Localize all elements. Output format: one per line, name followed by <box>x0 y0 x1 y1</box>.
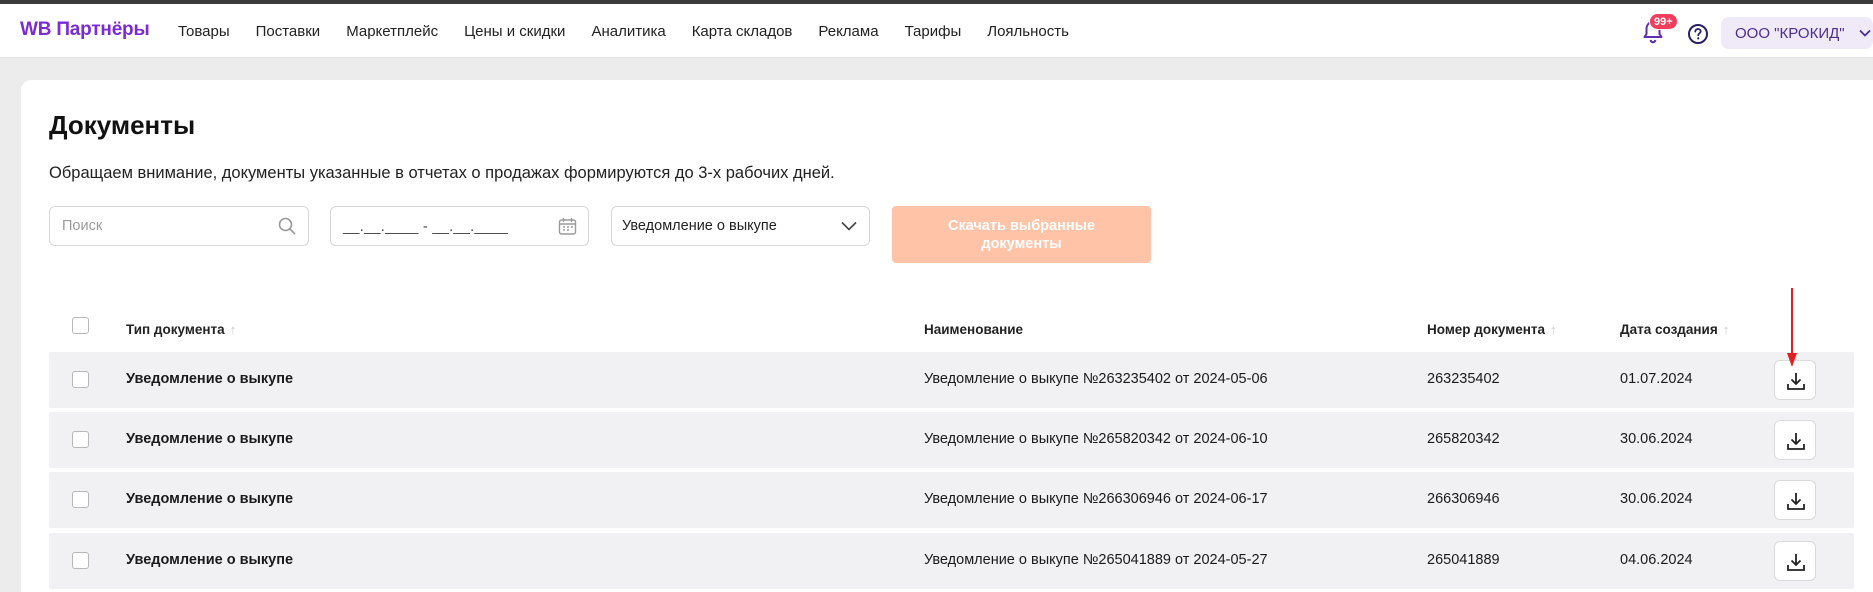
main-nav: Товары Поставки Маркетплейс Цены и скидк… <box>178 23 1095 40</box>
row-checkbox[interactable] <box>72 552 89 569</box>
nav-item-prices[interactable]: Цены и скидки <box>464 23 565 40</box>
row-checkbox[interactable] <box>72 491 89 508</box>
download-selected-label-line1: Скачать выбранные <box>947 218 1096 234</box>
sort-arrow-icon[interactable]: ↑ <box>1550 322 1557 337</box>
search-placeholder: Поиск <box>62 218 103 234</box>
download-selected-button[interactable]: Скачать выбранные документы <box>892 206 1151 263</box>
column-header-number-label: Номер документа <box>1427 322 1545 337</box>
row-name: Уведомление о выкупе №266306946 от 2024-… <box>924 491 1268 507</box>
help-icon[interactable] <box>1687 23 1709 45</box>
row-checkbox[interactable] <box>72 371 89 388</box>
row-number: 263235402 <box>1427 371 1500 387</box>
document-type-value: Уведомление о выкупе <box>622 218 777 234</box>
logo[interactable]: WB Партнёры <box>20 19 150 41</box>
column-header-type[interactable]: Тип документа ↑ <box>126 322 236 337</box>
date-range-placeholder: __.__.____ - __.__.____ <box>343 219 508 235</box>
row-type: Уведомление о выкупе <box>126 552 294 568</box>
sort-arrow-icon[interactable]: ↑ <box>1723 322 1730 337</box>
organization-name: ООО "КРОКИД" <box>1735 25 1845 42</box>
column-header-type-label: Тип документа <box>126 322 225 337</box>
row-name: Уведомление о выкупе №265820342 от 2024-… <box>924 431 1268 447</box>
row-date: 01.07.2024 <box>1620 371 1693 387</box>
row-download-button[interactable] <box>1774 480 1816 520</box>
table-row: Уведомление о выкупе Уведомление о выкуп… <box>49 352 1854 408</box>
nav-item-tariffs[interactable]: Тарифы <box>905 23 962 40</box>
download-selected-label-line2: документы <box>981 236 1062 252</box>
row-number: 265041889 <box>1427 552 1500 568</box>
nav-item-warehouse-map[interactable]: Карта складов <box>692 23 793 40</box>
top-header: WB Партнёры Товары Поставки Маркетплейс … <box>0 4 1873 58</box>
column-header-date-label: Дата создания <box>1620 322 1718 337</box>
search-icon <box>278 217 296 235</box>
nav-item-analytics[interactable]: Аналитика <box>591 23 665 40</box>
document-type-select[interactable]: Уведомление о выкупе <box>611 206 870 246</box>
calendar-icon[interactable] <box>558 217 577 236</box>
row-download-button[interactable] <box>1774 420 1816 460</box>
nav-item-products[interactable]: Товары <box>178 23 230 40</box>
row-date: 30.06.2024 <box>1620 491 1693 507</box>
table-row: Уведомление о выкупе Уведомление о выкуп… <box>49 533 1854 589</box>
date-range-input[interactable]: __.__.____ - __.__.____ <box>330 206 589 246</box>
table-row: Уведомление о выкупе Уведомление о выкуп… <box>49 472 1854 528</box>
nav-item-supplies[interactable]: Поставки <box>256 23 321 40</box>
row-number: 266306946 <box>1427 491 1500 507</box>
chevron-down-icon <box>841 221 857 231</box>
column-header-date[interactable]: Дата создания ↑ <box>1620 322 1729 337</box>
nav-item-loyalty[interactable]: Лояльность <box>987 23 1069 40</box>
row-number: 265820342 <box>1427 431 1500 447</box>
search-input[interactable]: Поиск <box>49 206 309 246</box>
annotation-arrow-icon <box>1787 288 1797 367</box>
page-title: Документы <box>49 110 196 140</box>
row-name: Уведомление о выкупе №263235402 от 2024-… <box>924 371 1268 387</box>
row-name: Уведомление о выкупе №265041889 от 2024-… <box>924 552 1268 568</box>
page-notice: Обращаем внимание, документы указанные в… <box>49 164 835 182</box>
nav-item-ads[interactable]: Реклама <box>818 23 878 40</box>
row-date: 04.06.2024 <box>1620 552 1693 568</box>
table-row: Уведомление о выкупе Уведомление о выкуп… <box>49 412 1854 468</box>
column-header-number[interactable]: Номер документа ↑ <box>1427 322 1556 337</box>
notifications-badge: 99+ <box>1649 13 1678 30</box>
table-header: Тип документа ↑ Наименование Номер докуме… <box>49 310 1854 352</box>
select-all-checkbox[interactable] <box>72 317 89 334</box>
column-header-name: Наименование <box>924 322 1024 337</box>
download-icon <box>1787 554 1805 571</box>
sort-arrow-icon[interactable]: ↑ <box>230 322 237 337</box>
row-type: Уведомление о выкупе <box>126 371 294 387</box>
row-checkbox[interactable] <box>72 431 89 448</box>
organization-switcher[interactable]: ООО "КРОКИД" <box>1721 17 1873 49</box>
nav-item-marketplace[interactable]: Маркетплейс <box>346 23 438 40</box>
row-type: Уведомление о выкупе <box>126 431 294 447</box>
chevron-down-icon <box>1859 29 1871 37</box>
row-type: Уведомление о выкупе <box>126 491 294 507</box>
row-date: 30.06.2024 <box>1620 431 1693 447</box>
download-icon <box>1787 433 1805 450</box>
download-icon <box>1787 373 1805 390</box>
download-icon <box>1787 493 1805 510</box>
row-download-button[interactable] <box>1774 541 1816 581</box>
